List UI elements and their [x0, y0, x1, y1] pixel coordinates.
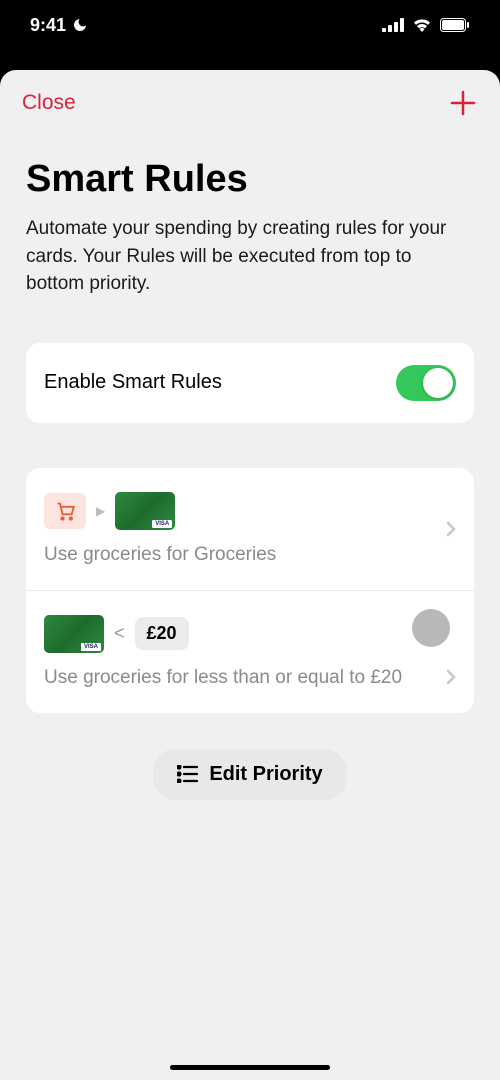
- home-indicator[interactable]: [170, 1065, 330, 1070]
- rules-list: ▶ Use groceries for Groceries < £20 Use …: [26, 468, 474, 713]
- enable-toggle[interactable]: [396, 365, 456, 401]
- modal-sheet: Close Smart Rules Automate your spending…: [0, 70, 500, 1080]
- battery-icon: [440, 18, 470, 32]
- arrow-right-icon: ▶: [96, 504, 105, 518]
- rule-description: Use groceries for less than or equal to …: [44, 667, 456, 689]
- amount-pill: £20: [135, 617, 189, 650]
- toggle-label: Enable Smart Rules: [44, 371, 222, 394]
- edit-priority-label: Edit Priority: [209, 763, 322, 786]
- edit-priority-button[interactable]: Edit Priority: [153, 749, 346, 800]
- groceries-category-icon: [44, 493, 86, 529]
- rule-visuals: ▶: [44, 492, 456, 530]
- card-visa-icon: [44, 615, 104, 653]
- rule-visuals: < £20: [44, 615, 456, 653]
- status-bar: 9:41: [0, 0, 500, 50]
- moon-icon: [72, 17, 88, 33]
- list-icon: [177, 765, 199, 783]
- rule-item-amount[interactable]: < £20 Use groceries for less than or equ…: [26, 591, 474, 713]
- toggle-knob: [423, 368, 453, 398]
- modal-header: Close: [0, 88, 500, 158]
- status-time: 9:41: [30, 15, 66, 36]
- chevron-right-icon: [446, 521, 456, 537]
- plus-icon: [450, 90, 476, 116]
- operator-lt: <: [114, 623, 125, 644]
- rule-description: Use groceries for Groceries: [44, 544, 456, 566]
- status-right: [382, 18, 470, 32]
- gray-indicator: [412, 609, 450, 647]
- cart-icon: [54, 501, 76, 521]
- page-subtitle: Automate your spending by creating rules…: [26, 215, 474, 298]
- chevron-right-icon: [446, 669, 456, 685]
- card-visa-icon: [115, 492, 175, 530]
- signal-icon: [382, 18, 404, 32]
- add-rule-button[interactable]: [448, 88, 478, 118]
- status-time-group: 9:41: [30, 15, 88, 36]
- wifi-icon: [412, 18, 432, 32]
- close-button[interactable]: Close: [22, 91, 76, 115]
- rule-item-groceries[interactable]: ▶ Use groceries for Groceries: [26, 468, 474, 591]
- page-title: Smart Rules: [26, 158, 474, 201]
- toggle-card: Enable Smart Rules: [26, 343, 474, 423]
